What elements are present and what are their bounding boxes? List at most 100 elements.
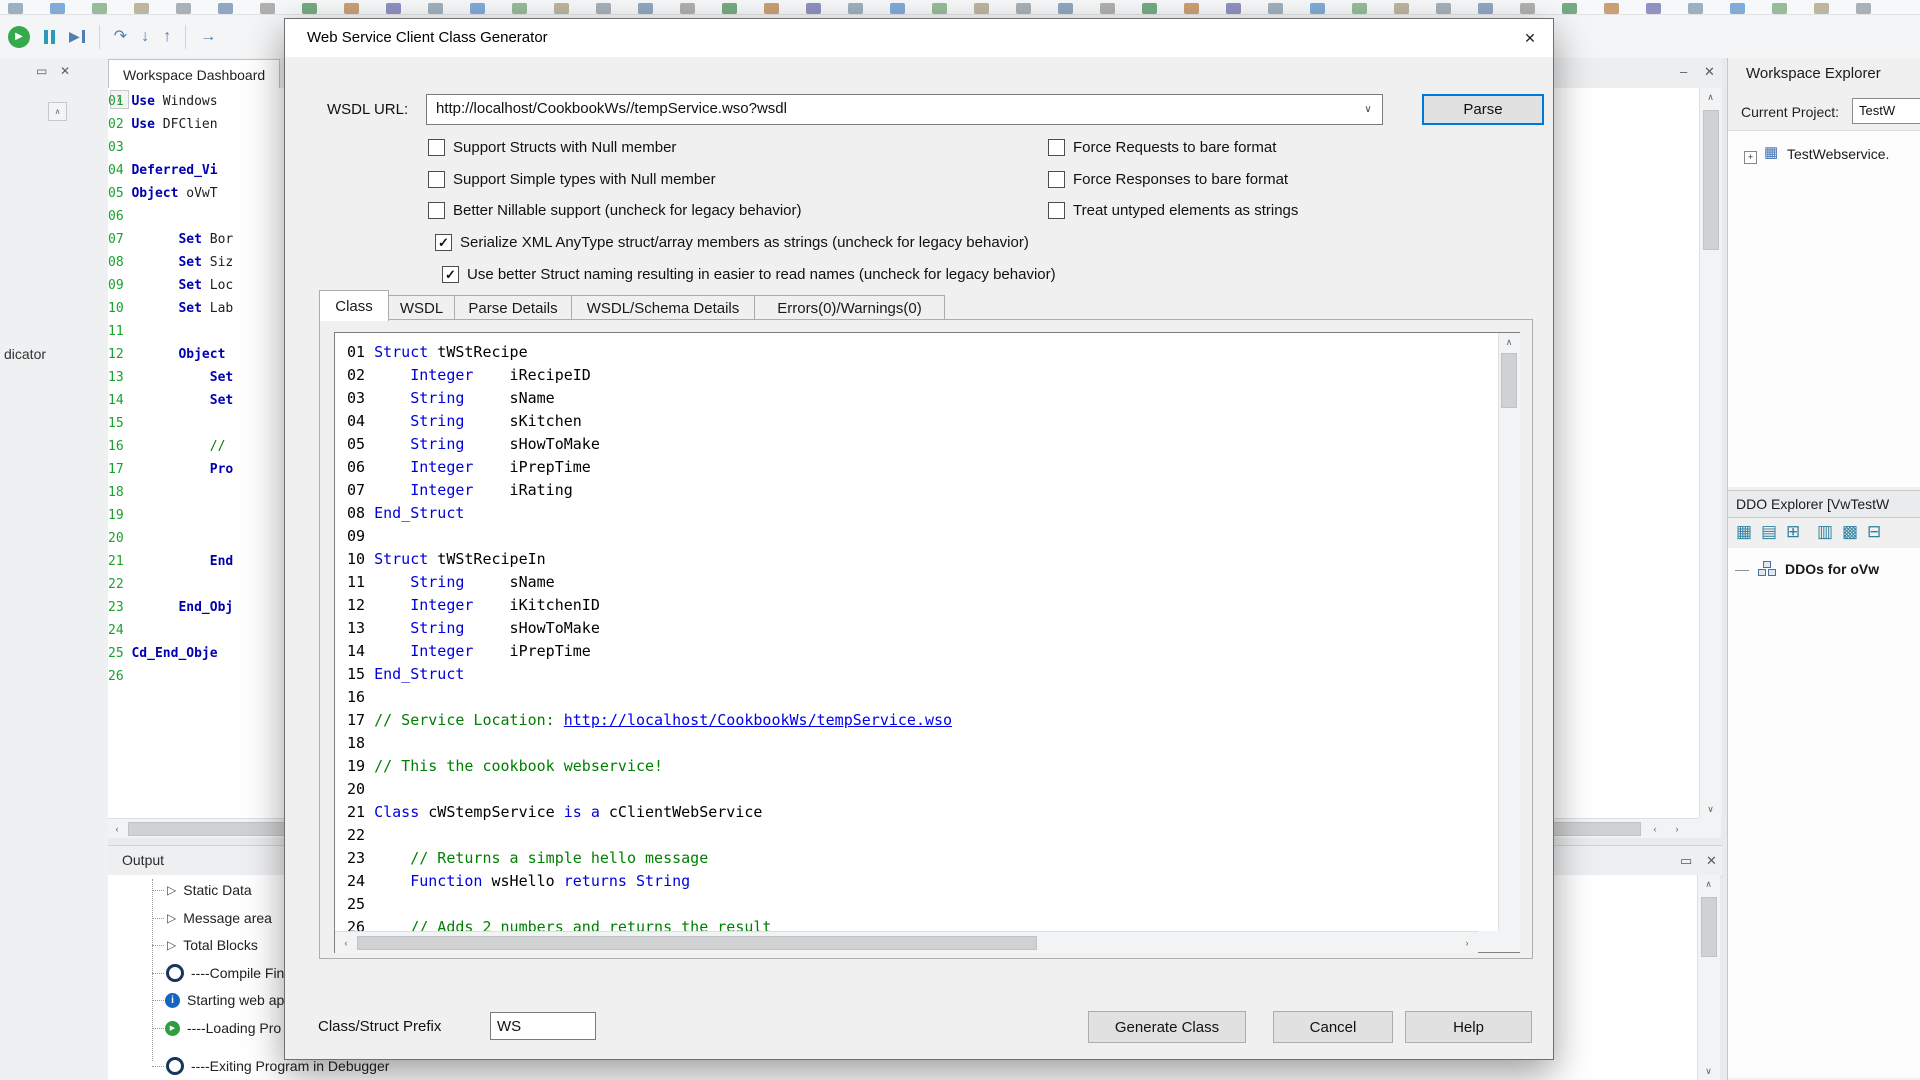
toolbar-icon-fragment[interactable] <box>806 3 821 14</box>
toolbar-icon-fragment[interactable] <box>1016 3 1031 14</box>
toolbar-icon-fragment[interactable] <box>1142 3 1157 14</box>
scroll-up-arrow[interactable]: ∧ <box>1698 875 1719 893</box>
run-to-end-icon[interactable]: ▶ <box>69 28 85 45</box>
code-vertical-scrollbar[interactable]: ∧ ∨ <box>1498 333 1520 952</box>
code-horizontal-scrollbar[interactable]: ‹ › <box>335 931 1478 953</box>
ddo-toolbar-icon[interactable]: ⊞ <box>1786 522 1800 542</box>
scroll-left-arrow[interactable]: ‹ <box>108 819 126 838</box>
toolbar-icon-fragment[interactable] <box>386 3 401 14</box>
toolbar-icon-fragment[interactable] <box>1058 3 1073 14</box>
checkbox-unchecked[interactable] <box>1048 139 1065 156</box>
toolbar-icon-fragment[interactable] <box>134 3 149 14</box>
tab-wsdl-schema-details[interactable]: WSDL/Schema Details <box>571 295 755 320</box>
checkbox-unchecked[interactable] <box>428 139 445 156</box>
pause-icon[interactable] <box>44 26 55 48</box>
toolbar-icon-fragment[interactable] <box>470 3 485 14</box>
scroll-up-arrow[interactable]: ∧ <box>1499 333 1519 351</box>
run-to-cursor-icon[interactable]: → <box>200 26 216 48</box>
scrollbar-thumb[interactable] <box>357 936 1037 950</box>
toolbar-icon-fragment[interactable] <box>1184 3 1199 14</box>
step-out-icon[interactable]: ↑ <box>163 26 171 48</box>
output-list-item[interactable]: ▶----Loading Pro <box>108 1016 281 1040</box>
checkbox-checked[interactable]: ✓ <box>442 266 459 283</box>
workspace-explorer-tree[interactable]: + ▦ TestWebservice. <box>1728 130 1920 487</box>
tab-class[interactable]: Class <box>319 290 389 321</box>
run-icon[interactable]: ▶ <box>8 26 30 48</box>
toolbar-icon-fragment[interactable] <box>92 3 107 14</box>
scroll-left-arrow[interactable]: ‹ <box>337 933 355 952</box>
toolbar-icon-fragment[interactable] <box>1688 3 1703 14</box>
toolbar-icon-fragment[interactable] <box>1604 3 1619 14</box>
class-struct-prefix-input[interactable] <box>490 1012 596 1040</box>
scrollbar-thumb[interactable] <box>1701 897 1717 957</box>
tab-wsdl[interactable]: WSDL <box>388 295 455 320</box>
generated-code-viewer[interactable]: 01 Struct tWStRecipe02 Integer iRecipeID… <box>334 332 1520 953</box>
scroll-left-arrow[interactable]: ‹ <box>1646 819 1664 838</box>
toolbar-icon-fragment[interactable] <box>1730 3 1745 14</box>
cancel-button[interactable]: Cancel <box>1273 1011 1393 1043</box>
step-into-icon[interactable]: ↓ <box>141 26 149 48</box>
ddo-toolbar-icon[interactable]: ▥ <box>1817 522 1833 542</box>
checkbox-unchecked[interactable] <box>428 202 445 219</box>
toolbar-icon-fragment[interactable] <box>1646 3 1661 14</box>
checkbox-checked[interactable]: ✓ <box>435 234 452 251</box>
checkbox-unchecked[interactable] <box>1048 171 1065 188</box>
toolbar-icon-fragment[interactable] <box>1562 3 1577 14</box>
ddo-toolbar-icon[interactable]: ▤ <box>1761 522 1777 542</box>
toolbar-icon-fragment[interactable] <box>302 3 317 14</box>
output-list-item[interactable]: ▷Message area <box>108 906 272 930</box>
expand-plus-icon[interactable]: + <box>1744 151 1757 164</box>
toolbar-icon-fragment[interactable] <box>1478 3 1493 14</box>
help-button[interactable]: Help <box>1405 1011 1532 1043</box>
toolbar-icon-fragment[interactable] <box>260 3 275 14</box>
parse-button[interactable]: Parse <box>1422 94 1544 125</box>
toolbar-icon-fragment[interactable] <box>1436 3 1451 14</box>
toolbar-icon-fragment[interactable] <box>596 3 611 14</box>
close-icon[interactable]: ✕ <box>1706 853 1717 869</box>
ddo-toolbar-icon[interactable]: ▩ <box>1842 522 1858 542</box>
toolbar-icon-fragment[interactable] <box>554 3 569 14</box>
toolbar-icon-fragment[interactable] <box>1394 3 1409 14</box>
toolbar-icon-fragment[interactable] <box>1310 3 1325 14</box>
close-icon[interactable]: ✕ <box>1704 64 1715 80</box>
scroll-right-arrow[interactable]: › <box>1668 819 1686 838</box>
toolbar-icon-fragment[interactable] <box>1226 3 1241 14</box>
scroll-up-arrow[interactable]: ∧ <box>1700 88 1721 106</box>
close-icon[interactable]: ✕ <box>60 64 70 78</box>
scroll-right-arrow[interactable]: › <box>1458 933 1476 952</box>
toolbar-icon-fragment[interactable] <box>764 3 779 14</box>
chevron-down-icon[interactable]: ∨ <box>1356 96 1380 123</box>
scroll-down-arrow[interactable]: ∨ <box>1698 1062 1719 1080</box>
output-vertical-scrollbar[interactable]: ∧ ∨ <box>1697 875 1720 1080</box>
toolbar-icon-fragment[interactable] <box>722 3 737 14</box>
toolbar-icon-fragment[interactable] <box>848 3 863 14</box>
toolbar-icon-fragment[interactable] <box>932 3 947 14</box>
ddo-tree-item[interactable]: DDOs for oVw <box>1785 561 1879 577</box>
scrollbar-thumb[interactable] <box>1501 353 1517 408</box>
checkbox-unchecked[interactable] <box>428 171 445 188</box>
project-tree-item[interactable]: TestWebservice. <box>1787 146 1889 162</box>
toolbar-icon-fragment[interactable] <box>638 3 653 14</box>
ddo-explorer-header[interactable]: DDO Explorer [VwTestW <box>1728 490 1920 518</box>
toolbar-icon-fragment[interactable] <box>8 3 23 14</box>
minimize-icon[interactable]: – <box>1680 64 1687 79</box>
expand-triangle-icon[interactable]: ▷ <box>167 938 176 952</box>
tab-parse-details[interactable]: Parse Details <box>454 295 572 320</box>
toolbar-icon-fragment[interactable] <box>1856 3 1871 14</box>
expand-triangle-icon[interactable]: ▷ <box>167 883 176 897</box>
expand-triangle-icon[interactable]: ▷ <box>167 911 176 925</box>
ddo-toolbar-icon[interactable]: ⊟ <box>1867 522 1881 542</box>
toolbar-icon-fragment[interactable] <box>512 3 527 14</box>
ddo-explorer-tree[interactable]: — DDOs for oVw <box>1728 548 1920 1078</box>
tab-errors-0-warnings-0-[interactable]: Errors(0)/Warnings(0) <box>754 295 945 320</box>
toolbar-icon-fragment[interactable] <box>1520 3 1535 14</box>
pin-icon[interactable]: ▭ <box>36 64 47 78</box>
pin-icon[interactable]: ▭ <box>1680 853 1692 869</box>
ddo-toolbar-icon[interactable]: ▦ <box>1736 522 1752 542</box>
toolbar-icon-fragment[interactable] <box>344 3 359 14</box>
wsdl-url-combobox[interactable]: http://localhost/CookbookWs//tempService… <box>426 94 1383 125</box>
scroll-up-button[interactable]: ∧ <box>48 102 67 121</box>
checkbox-unchecked[interactable] <box>1048 202 1065 219</box>
scroll-down-arrow[interactable]: ∨ <box>1700 800 1721 818</box>
output-list-item[interactable]: ▷Static Data <box>108 878 252 902</box>
